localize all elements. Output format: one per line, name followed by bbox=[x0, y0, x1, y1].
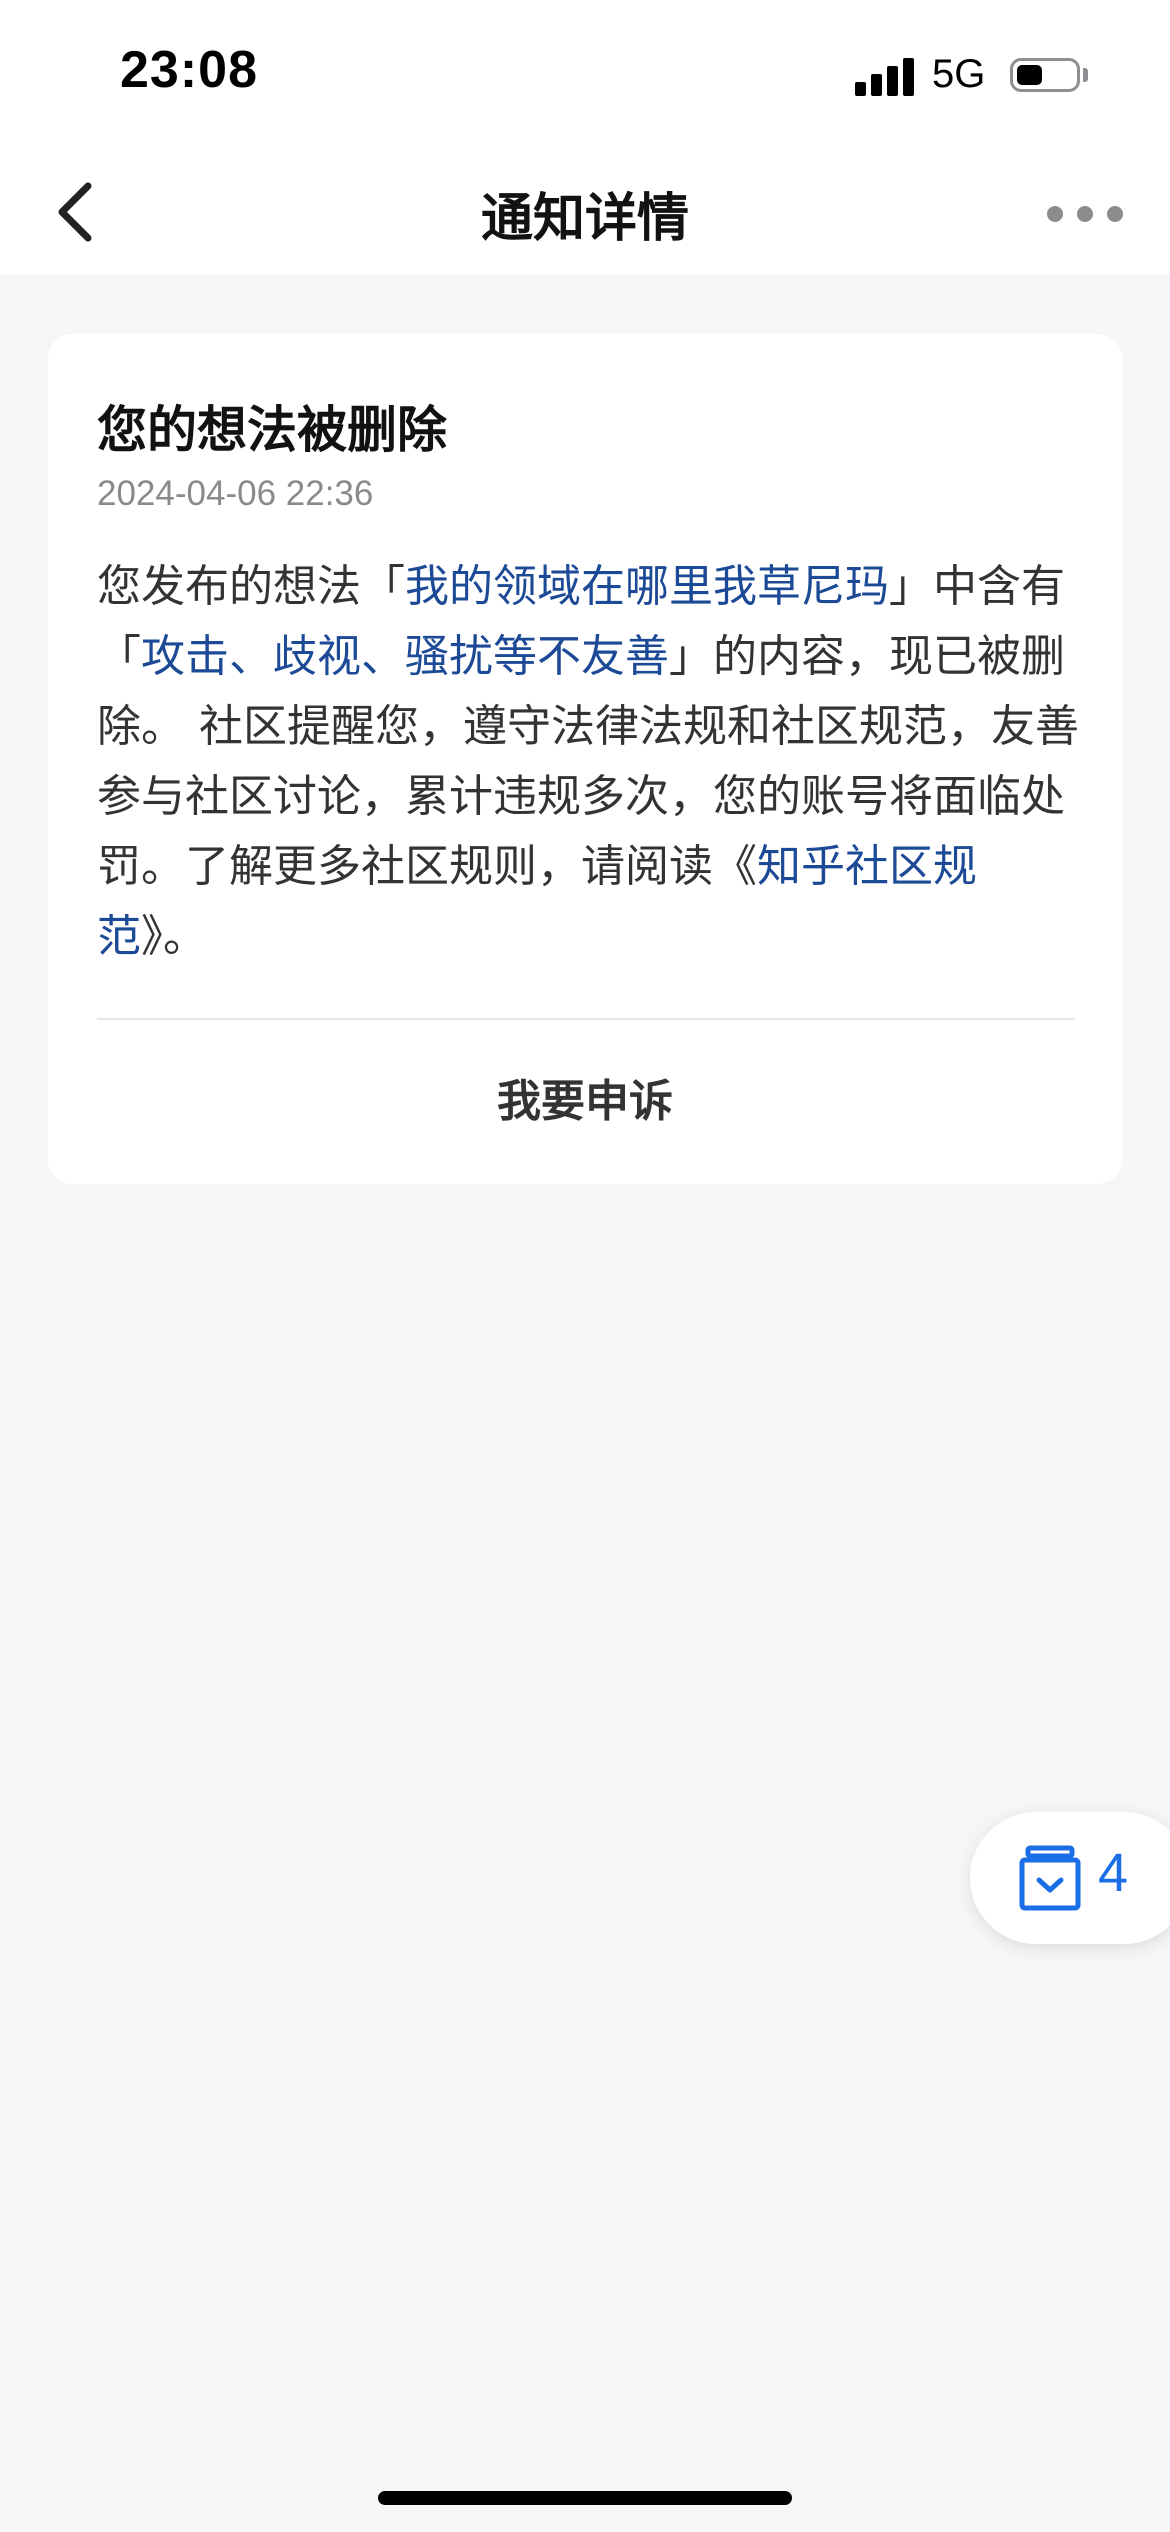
home-indicator bbox=[378, 2491, 792, 2505]
violation-type-link[interactable]: 攻击、歧视、骚扰等不友善 bbox=[141, 631, 669, 682]
battery-icon bbox=[1010, 58, 1080, 92]
status-bar: 23:08 5G bbox=[0, 0, 1170, 150]
body-text-4: 》。 bbox=[141, 911, 207, 962]
signal-strength-icon bbox=[855, 56, 915, 96]
badge-count: 4 bbox=[1098, 1843, 1129, 1903]
page-title: 通知详情 bbox=[480, 189, 689, 249]
battery-cap bbox=[1083, 68, 1088, 82]
ellipsis-icon bbox=[1047, 206, 1123, 222]
network-type: 5G bbox=[932, 52, 986, 96]
status-time: 23:08 bbox=[120, 41, 258, 99]
notification-card: 您的想法被删除 2024-04-06 22:36 您发布的想法「我的领域在哪里我… bbox=[48, 334, 1122, 1184]
post-title-link[interactable]: 我的领域在哪里我草尼玛 bbox=[405, 561, 889, 612]
notification-body: 您发布的想法「我的领域在哪里我草尼玛」中含有「攻击、歧视、骚扰等不友善」的内容，… bbox=[97, 552, 1082, 972]
nav-bar: 通知详情 bbox=[0, 150, 1170, 274]
notification-title: 您的想法被删除 bbox=[97, 401, 447, 459]
appeal-button[interactable]: 我要申诉 bbox=[48, 1020, 1122, 1184]
battery-level bbox=[1017, 65, 1042, 85]
notification-timestamp: 2024-04-06 22:36 bbox=[97, 474, 374, 513]
more-button[interactable] bbox=[1040, 184, 1130, 244]
floating-inbox-button[interactable]: 4 bbox=[970, 1812, 1170, 1944]
body-text-1: 您发布的想法「 bbox=[97, 561, 405, 612]
inbox-check-icon bbox=[1019, 1845, 1081, 1911]
